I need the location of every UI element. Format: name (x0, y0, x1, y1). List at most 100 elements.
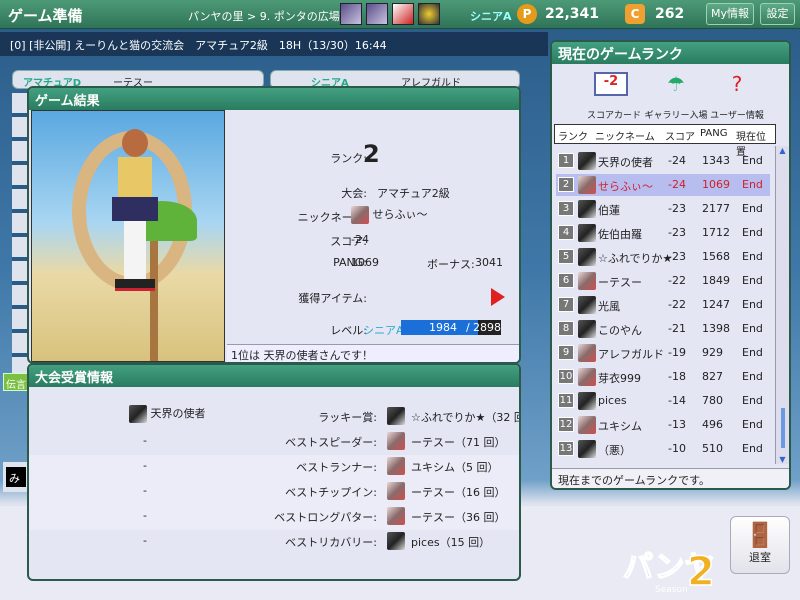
score: -22 (668, 274, 686, 287)
score: -14 (668, 394, 686, 407)
room-info: [0] [非公開] えーりんと猫の交流会 アマチュア2級 18H（13/30）1… (0, 32, 548, 56)
rank-row[interactable]: 9 アレフガルド -19 929 End (556, 342, 770, 364)
position: End (742, 250, 763, 263)
avatar (387, 407, 405, 425)
pang: 1849 (702, 274, 730, 287)
next-arrow-icon[interactable] (491, 288, 505, 306)
item-icon[interactable] (418, 3, 440, 25)
score: -24 (668, 154, 686, 167)
award-value: ☆ふれでりか★（32 回） (411, 411, 519, 424)
pangya-logo: パンヤ 2 Season (615, 525, 715, 596)
award-row: - ベストリカバリー: pices（15 回） (29, 530, 519, 555)
rank-scrollbar[interactable]: ▲ ▼ (775, 146, 789, 464)
rank-row[interactable]: 1 天界の使者 -24 1343 End (556, 150, 770, 172)
bonus-value: 3041 (475, 256, 503, 269)
award-label: ベストランナー: (296, 461, 377, 474)
award-label: ラッキー賞: (318, 411, 377, 424)
rank-row[interactable]: 5 ☆ふれでりか★ -23 1568 End (556, 246, 770, 268)
screen-title: ゲーム準備 (8, 7, 83, 25)
award-value: ーテスー（16 回） (411, 486, 506, 499)
panel-title: ゲーム結果 (29, 88, 519, 110)
panel-title: 大会受賞情報 (29, 365, 519, 387)
position: End (742, 346, 763, 359)
svg-text:2: 2 (687, 549, 715, 595)
game-rank-panel: 現在のゲームランク -2 ☂ ? スコアカード ギャラリー入場 ユーザー情報 ラ… (550, 40, 791, 490)
message-button[interactable]: 伝言 (3, 373, 29, 391)
character-image (112, 129, 158, 299)
avatar (578, 416, 596, 434)
scroll-thumb[interactable] (781, 408, 785, 448)
pang: 510 (702, 442, 723, 455)
pang: 496 (702, 418, 723, 431)
pang-coin-icon: P (517, 4, 537, 24)
rank-number: 5 (558, 249, 574, 264)
rank-row[interactable]: 10 芽衣999 -18 827 End (556, 366, 770, 388)
rank-number: 7 (558, 297, 574, 312)
rank-table-header: ランク ニックネーム スコア PANG 現在位置 (554, 124, 776, 158)
pang: 2177 (702, 202, 730, 215)
tournament-label: 大会: (341, 187, 367, 200)
my-info-button[interactable]: My情報 (706, 3, 754, 25)
award-row: ラッキー賞: ☆ふれでりか★（32 回） (29, 405, 519, 430)
nickname-value: せらふぃ〜 (372, 208, 428, 221)
score: -21 (668, 322, 686, 335)
scorecard-label[interactable]: スコアカード (579, 108, 649, 121)
award-label: ベストロングパター: (274, 511, 377, 524)
character-preview (31, 110, 225, 362)
avatar (578, 200, 596, 218)
rank-number: 12 (558, 417, 574, 432)
rank-row[interactable]: 11 pices -14 780 End (556, 390, 770, 412)
rank-number: 8 (558, 321, 574, 336)
rank-label: ランク: (330, 152, 367, 165)
user-info-icon[interactable]: ? (717, 72, 757, 102)
scroll-down-icon[interactable]: ▼ (776, 455, 789, 464)
nickname: 天界の使者 (598, 156, 653, 169)
position: End (742, 442, 763, 455)
award-value: ユキシム（5 回） (411, 461, 499, 474)
chat-input[interactable]: み (6, 467, 26, 487)
scorecard-button[interactable]: -2 (594, 72, 634, 102)
col-score: スコア (665, 132, 695, 143)
rank-number: 4 (558, 225, 574, 240)
pang: 1712 (702, 226, 730, 239)
rank-row[interactable]: 3 伯蓮 -23 2177 End (556, 198, 770, 220)
pang: 1343 (702, 154, 730, 167)
scroll-up-icon[interactable]: ▲ (776, 146, 789, 155)
award-row: - ベストチップイン: ーテスー（16 回） (29, 480, 519, 505)
gallery-icon[interactable]: ☂ (656, 72, 696, 102)
user-info-label[interactable]: ユーザー情報 (702, 108, 772, 121)
avatar (351, 206, 369, 224)
score: -24 (668, 178, 686, 191)
award-left: - (143, 459, 147, 472)
nickname: ーテスー (598, 276, 642, 289)
player-avatar[interactable] (366, 3, 388, 25)
award-value: pices（15 回） (411, 536, 491, 549)
score: -10 (668, 442, 686, 455)
item-icon[interactable] (392, 3, 414, 25)
score: -19 (668, 346, 686, 359)
rank-row[interactable]: 2 せらふぃ〜 -24 1069 End (556, 174, 770, 196)
player-avatar[interactable] (340, 3, 362, 25)
exp-current: 1984 (429, 321, 457, 334)
rank-row[interactable]: 8 このやん -21 1398 End (556, 318, 770, 340)
award-left: - (143, 434, 147, 447)
score-label: スコア: (330, 235, 367, 248)
user-rank: シニアA (470, 10, 512, 23)
gallery-label[interactable]: ギャラリー入場 (641, 108, 711, 121)
pang: 1069 (702, 178, 730, 191)
rank-footer: 現在までのゲームランクです。 (552, 468, 789, 488)
score: -23 (668, 202, 686, 215)
rank-row[interactable]: 6 ーテスー -22 1849 End (556, 270, 770, 292)
award-row: - ベストスピーダー: ーテスー（71 回） (29, 430, 519, 455)
rank-row[interactable]: 4 佐伯由羅 -23 1712 End (556, 222, 770, 244)
settings-button[interactable]: 設定 (760, 3, 795, 25)
tournament-value: アマチュア2級 (377, 187, 450, 200)
exit-room-button[interactable]: 🚪 退室 (730, 516, 790, 574)
award-label: ベストチップイン: (285, 486, 377, 499)
rank-row[interactable]: 7 光風 -22 1247 End (556, 294, 770, 316)
level-rank: シニアA (363, 324, 404, 337)
rank-row[interactable]: 13 （悪） -10 510 End (556, 438, 770, 460)
position: End (742, 178, 763, 191)
rank-row[interactable]: 12 ユキシム -13 496 End (556, 414, 770, 436)
svg-text:Season: Season (655, 585, 688, 595)
